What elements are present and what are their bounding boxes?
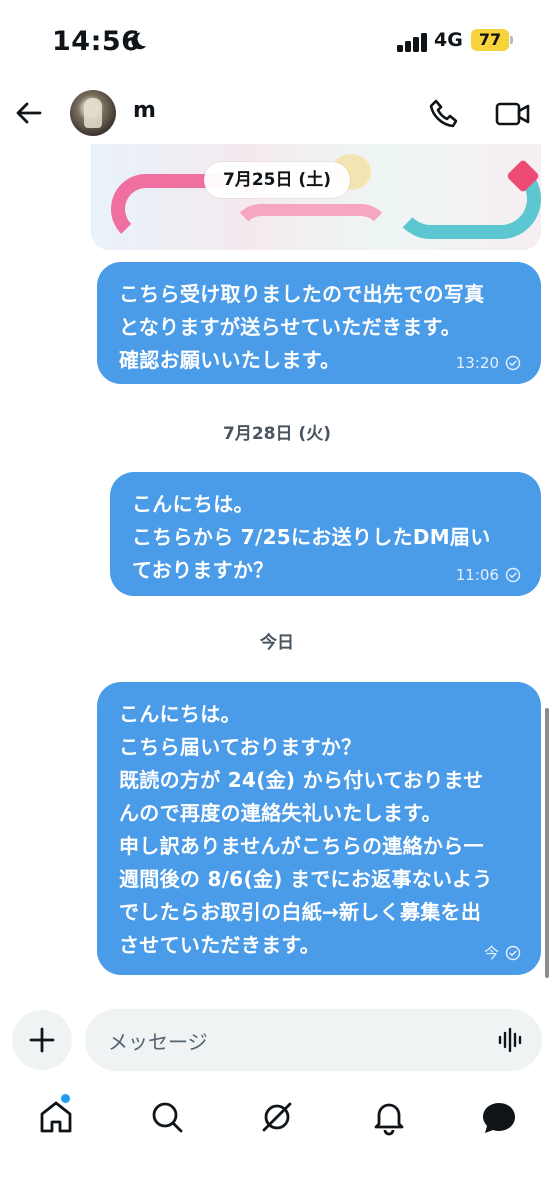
- message-meta: 13:20: [456, 354, 521, 372]
- home-icon[interactable]: [36, 1097, 76, 1137]
- network-type: 4G: [434, 29, 463, 51]
- message-time: 13:20: [455, 354, 499, 372]
- date-separator: 7月28日 (火): [223, 424, 331, 444]
- waveform-icon[interactable]: [497, 1026, 525, 1054]
- conversation-header: m: [0, 84, 554, 144]
- contact-name[interactable]: m: [133, 98, 156, 123]
- date-separator: 今日: [260, 633, 294, 653]
- message-time: 今: [483, 944, 499, 962]
- messages-icon[interactable]: [479, 1097, 519, 1137]
- bell-icon[interactable]: [369, 1097, 409, 1137]
- avatar-figure: [84, 98, 102, 128]
- signal-icon: [397, 32, 427, 52]
- message-time: 11:06: [455, 566, 499, 584]
- message-meta: 11:06: [456, 566, 521, 584]
- status-bar: 14:56 4G 77: [0, 0, 554, 84]
- message-list[interactable]: 7月25日 (土) こちら受け取りましたので出先での写真 となりますが送らせてい…: [0, 144, 554, 1000]
- add-media-button[interactable]: [12, 1010, 72, 1070]
- search-icon[interactable]: [147, 1097, 187, 1137]
- bottom-navigation: [0, 1085, 554, 1155]
- notification-dot: [61, 1094, 70, 1103]
- back-arrow-icon[interactable]: [12, 96, 46, 130]
- message-bubble[interactable]: こんにちは。 こちら届いておりますか？ 既読の方が 24(金) から付いておりま…: [97, 682, 541, 975]
- check-circle-icon: [505, 355, 521, 371]
- message-composer: メッセージ: [0, 1003, 554, 1079]
- dm-conversation-screen: 14:56 4G 77 m 7月25日 (土) こちら受け取りましたので出先での…: [0, 0, 554, 1200]
- battery-level: 77: [471, 29, 509, 51]
- check-circle-icon: [505, 567, 521, 583]
- moon-icon: [131, 32, 147, 50]
- photo-detail: [231, 204, 391, 250]
- plus-icon: [29, 1027, 55, 1053]
- video-camera-icon[interactable]: [494, 97, 532, 131]
- check-circle-icon: [505, 945, 521, 960]
- avatar[interactable]: [70, 90, 116, 136]
- grok-icon[interactable]: [257, 1097, 297, 1137]
- phone-icon[interactable]: [427, 97, 461, 131]
- date-separator: 7月25日 (土): [204, 162, 350, 198]
- message-text: こんにちは。 こちら届いておりますか？ 既読の方が 24(金) から付いておりま…: [119, 702, 493, 957]
- message-input-placeholder: メッセージ: [108, 1030, 208, 1054]
- battery-tip: [510, 36, 513, 44]
- message-bubble[interactable]: こんにちは。 こちらから 7/25にお送りしたDM届い ておりますか？ 11:0…: [110, 472, 541, 596]
- message-meta: 今: [484, 942, 521, 963]
- scrollbar[interactable]: [545, 708, 549, 978]
- message-bubble[interactable]: こちら受け取りましたので出先での写真 となりますが送らせていただきます。 確認お…: [97, 262, 541, 384]
